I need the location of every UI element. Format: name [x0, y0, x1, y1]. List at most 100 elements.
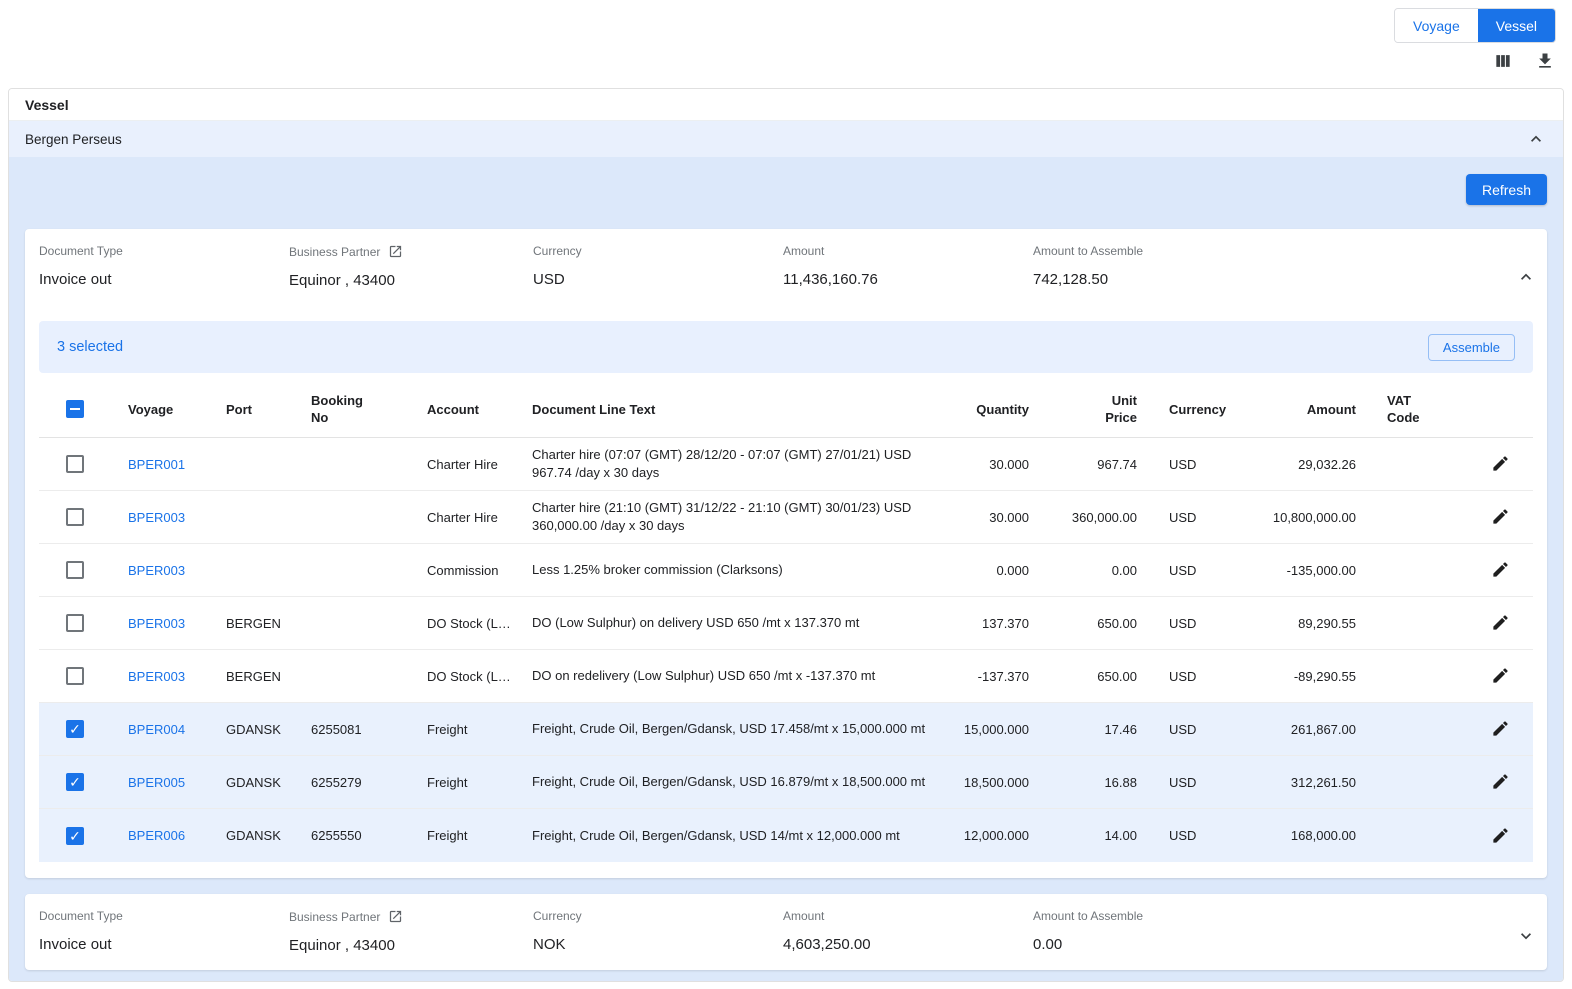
select-all-checkbox[interactable] [66, 400, 84, 418]
edit-pencil-icon[interactable] [1491, 507, 1511, 527]
field-business-partner: Business Partner Equinor , 43400 [289, 909, 533, 970]
unit-price-cell: 967.74 [1029, 457, 1137, 472]
document-line-text-cell: Freight, Crude Oil, Bergen/Gdansk, USD 1… [515, 720, 951, 738]
vessel-expanded-panel: Refresh Document Type Invoice out Busine… [9, 157, 1563, 982]
edit-pencil-icon[interactable] [1491, 772, 1511, 792]
currency-cell: USD [1137, 669, 1241, 684]
header-booking-no: Booking No [294, 392, 410, 426]
external-link-icon[interactable] [388, 909, 403, 924]
edit-pencil-icon[interactable] [1491, 826, 1511, 846]
nok-summary-fields: Document Type Invoice out Business Partn… [25, 894, 1547, 970]
row-checkbox[interactable] [66, 773, 84, 791]
view-toggle-group: Voyage Vessel [1394, 8, 1556, 43]
account-cell: Charter Hire [410, 457, 515, 472]
currency-cell: USD [1137, 563, 1241, 578]
field-value: 0.00 [1033, 936, 1497, 953]
field-label: Document Type [39, 909, 289, 923]
assemble-button[interactable]: Assemble [1428, 334, 1515, 361]
field-value: NOK [533, 936, 783, 953]
field-label: Business Partner [289, 909, 533, 924]
usd-document-section: Document Type Invoice out Business Partn… [25, 229, 1547, 878]
table-row[interactable]: BPER003 Commission Less 1.25% broker com… [39, 544, 1533, 597]
quantity-cell: 30.000 [951, 457, 1029, 472]
currency-cell: USD [1137, 775, 1241, 790]
table-header-row: Voyage Port Booking No Account Document … [39, 381, 1533, 438]
row-checkbox[interactable] [66, 508, 84, 526]
header-quantity: Quantity [951, 402, 1029, 417]
table-row[interactable]: BPER006 GDANSK 6255550 Freight Freight, … [39, 809, 1533, 862]
view-columns-icon[interactable] [1492, 50, 1514, 72]
voyage-link[interactable]: BPER003 [128, 510, 185, 525]
amount-cell: 261,867.00 [1241, 722, 1356, 737]
amount-cell: 10,800,000.00 [1241, 510, 1356, 525]
port-cell: GDANSK [209, 828, 294, 843]
usd-table-area: 3 selected Assemble Voyage Port Booking … [25, 321, 1547, 878]
vessel-column-header-label: Vessel [25, 97, 69, 113]
selection-count: 3 selected [57, 339, 123, 355]
quantity-cell: -137.370 [951, 669, 1029, 684]
refresh-button[interactable]: Refresh [1466, 174, 1547, 205]
field-business-partner: Business Partner Equinor , 43400 [289, 244, 533, 321]
row-checkbox[interactable] [66, 827, 84, 845]
field-value: 4,603,250.00 [783, 936, 1033, 953]
field-label: Amount to Assemble [1033, 909, 1497, 923]
amount-cell: -135,000.00 [1241, 563, 1356, 578]
unit-price-cell: 0.00 [1029, 563, 1137, 578]
edit-pencil-icon[interactable] [1491, 719, 1511, 739]
quantity-cell: 12,000.000 [951, 828, 1029, 843]
top-toolbar: Voyage Vessel [0, 0, 1572, 88]
edit-pencil-icon[interactable] [1491, 560, 1511, 580]
voyage-link[interactable]: BPER004 [128, 722, 185, 737]
currency-cell: USD [1137, 510, 1241, 525]
row-checkbox[interactable] [66, 614, 84, 632]
voyage-link[interactable]: BPER005 [128, 775, 185, 790]
unit-price-cell: 16.88 [1029, 775, 1137, 790]
chevron-down-icon[interactable] [1515, 925, 1537, 947]
edit-pencil-icon[interactable] [1491, 454, 1511, 474]
table-row[interactable]: BPER001 Charter Hire Charter hire (07:07… [39, 438, 1533, 491]
row-checkbox[interactable] [66, 720, 84, 738]
vessel-card: Vessel Bergen Perseus Refresh Document T… [8, 88, 1564, 982]
chevron-up-icon[interactable] [1515, 266, 1537, 288]
port-cell: GDANSK [209, 722, 294, 737]
table-row[interactable]: BPER004 GDANSK 6255081 Freight Freight, … [39, 703, 1533, 756]
table-row[interactable]: BPER005 GDANSK 6255279 Freight Freight, … [39, 756, 1533, 809]
amount-cell: 312,261.50 [1241, 775, 1356, 790]
account-cell: Freight [410, 775, 515, 790]
amount-cell: -89,290.55 [1241, 669, 1356, 684]
table-row[interactable]: BPER003 Charter Hire Charter hire (21:10… [39, 491, 1533, 544]
toggle-voyage[interactable]: Voyage [1395, 9, 1478, 42]
amount-cell: 168,000.00 [1241, 828, 1356, 843]
header-unit-price: Unit Price [1029, 392, 1137, 426]
field-label: Currency [533, 244, 783, 258]
header-port: Port [209, 402, 294, 417]
field-amount: Amount 4,603,250.00 [783, 909, 1033, 970]
voyage-link[interactable]: BPER003 [128, 563, 185, 578]
field-label: Amount to Assemble [1033, 244, 1497, 258]
booking-no-cell: 6255279 [294, 775, 410, 790]
field-label: Amount [783, 244, 1033, 258]
external-link-icon[interactable] [388, 244, 403, 259]
row-checkbox[interactable] [66, 561, 84, 579]
row-checkbox[interactable] [66, 667, 84, 685]
currency-cell: USD [1137, 457, 1241, 472]
voyage-link[interactable]: BPER006 [128, 828, 185, 843]
field-amount: Amount 11,436,160.76 [783, 244, 1033, 321]
quantity-cell: 18,500.000 [951, 775, 1029, 790]
voyage-link[interactable]: BPER001 [128, 457, 185, 472]
voyage-link[interactable]: BPER003 [128, 669, 185, 684]
chevron-up-icon[interactable] [1525, 128, 1547, 150]
account-cell: Charter Hire [410, 510, 515, 525]
edit-pencil-icon[interactable] [1491, 666, 1511, 686]
table-row[interactable]: BPER003 BERGEN DO Stock (L… DO on redeli… [39, 650, 1533, 703]
field-currency: Currency NOK [533, 909, 783, 970]
vessel-group-row[interactable]: Bergen Perseus [9, 121, 1563, 157]
row-checkbox[interactable] [66, 455, 84, 473]
download-icon[interactable] [1534, 50, 1556, 72]
table-row[interactable]: BPER003 BERGEN DO Stock (L… DO (Low Sulp… [39, 597, 1533, 650]
edit-pencil-icon[interactable] [1491, 613, 1511, 633]
voyage-link[interactable]: BPER003 [128, 616, 185, 631]
quantity-cell: 137.370 [951, 616, 1029, 631]
toggle-vessel[interactable]: Vessel [1478, 9, 1555, 42]
unit-price-cell: 360,000.00 [1029, 510, 1137, 525]
